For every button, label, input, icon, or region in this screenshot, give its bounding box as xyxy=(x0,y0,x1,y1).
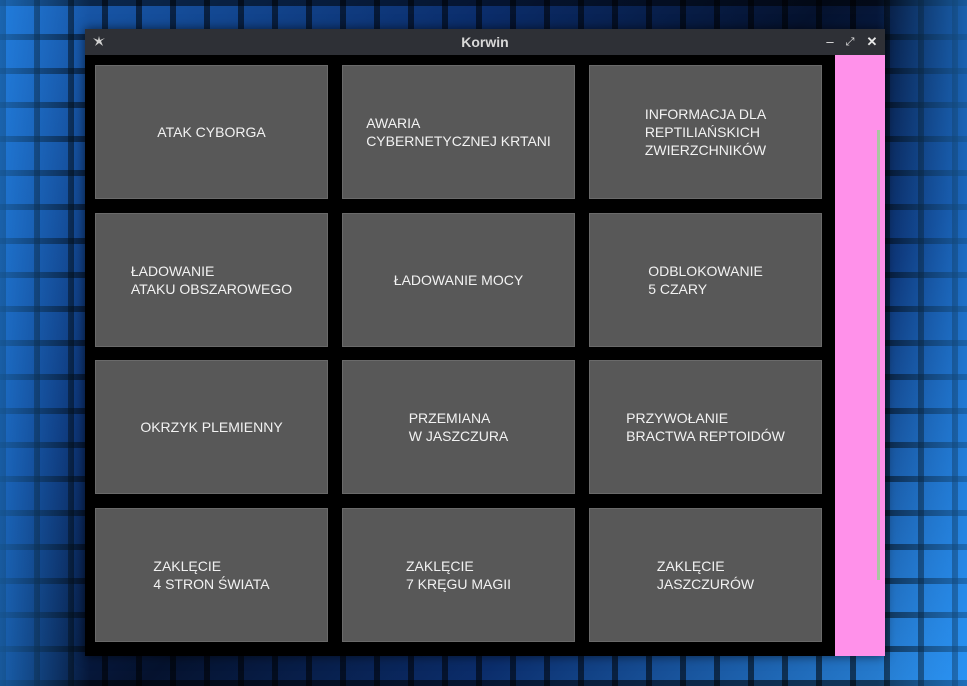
button-informacja[interactable]: INFORMACJA DLA REPTILIAŃSKICH ZWIERZCHNI… xyxy=(589,65,822,199)
button-label: ŁADOWANIE MOCY xyxy=(393,272,524,288)
button-label: ZAKLĘCIE JASZCZURÓW xyxy=(656,558,755,592)
button-zaklecie-7-kregu[interactable]: ZAKLĘCIE 7 KRĘGU MAGII xyxy=(342,508,575,642)
button-przemiana[interactable]: PRZEMIANA W JASZCZURA xyxy=(342,360,575,494)
button-label: ZAKLĘCIE 4 STRON ŚWIATA xyxy=(153,558,270,592)
desktop-wallpaper-right xyxy=(877,0,967,686)
button-label: ZAKLĘCIE 7 KRĘGU MAGII xyxy=(405,558,512,592)
side-panel xyxy=(835,55,885,656)
maximize-button[interactable]: ⤢ xyxy=(842,33,858,51)
button-przywolanie[interactable]: PRZYWOŁANIE BRACTWA REPTOIDÓW xyxy=(589,360,822,494)
button-zaklecie-4-stron[interactable]: ZAKLĘCIE 4 STRON ŚWIATA xyxy=(95,508,328,642)
button-zaklecie-jaszczurow[interactable]: ZAKLĘCIE JASZCZURÓW xyxy=(589,508,822,642)
button-label: OKRZYK PLEMIENNY xyxy=(140,419,283,435)
button-label: ODBLOKOWANIE 5 CZARY xyxy=(648,263,763,297)
button-ladowanie-ataku[interactable]: ŁADOWANIE ATAKU OBSZAROWEGO xyxy=(95,213,328,347)
titlebar[interactable]: Korwin – ⤢ ✕ xyxy=(85,29,885,55)
desktop-wallpaper-left xyxy=(0,0,90,686)
button-label: ŁADOWANIE ATAKU OBSZAROWEGO xyxy=(130,263,293,297)
button-awaria-krtani[interactable]: AWARIA CYBERNETYCZNEJ KRTANI xyxy=(342,65,575,199)
content-area: ATAK CYBORGA AWARIA CYBERNETYCZNEJ KRTAN… xyxy=(85,55,885,656)
app-window: Korwin – ⤢ ✕ ATAK CYBORGA AWARIA CYBERNE… xyxy=(85,29,885,656)
button-label: PRZEMIANA W JASZCZURA xyxy=(408,410,509,444)
button-ladowanie-mocy[interactable]: ŁADOWANIE MOCY xyxy=(342,213,575,347)
button-grid: ATAK CYBORGA AWARIA CYBERNETYCZNEJ KRTAN… xyxy=(95,65,825,645)
window-title: Korwin xyxy=(461,34,509,50)
button-atak-cyborga[interactable]: ATAK CYBORGA xyxy=(95,65,328,199)
button-odblokowanie[interactable]: ODBLOKOWANIE 5 CZARY xyxy=(589,213,822,347)
button-label: AWARIA CYBERNETYCZNEJ KRTANI xyxy=(366,115,551,149)
scrollbar[interactable] xyxy=(877,130,880,580)
button-label: PRZYWOŁANIE BRACTWA REPTOIDÓW xyxy=(626,410,785,444)
button-okrzyk[interactable]: OKRZYK PLEMIENNY xyxy=(95,360,328,494)
button-label: ATAK CYBORGA xyxy=(157,124,266,140)
minimize-button[interactable]: – xyxy=(822,33,838,51)
close-button[interactable]: ✕ xyxy=(864,33,880,51)
button-label: INFORMACJA DLA REPTILIAŃSKICH ZWIERZCHNI… xyxy=(644,106,767,158)
